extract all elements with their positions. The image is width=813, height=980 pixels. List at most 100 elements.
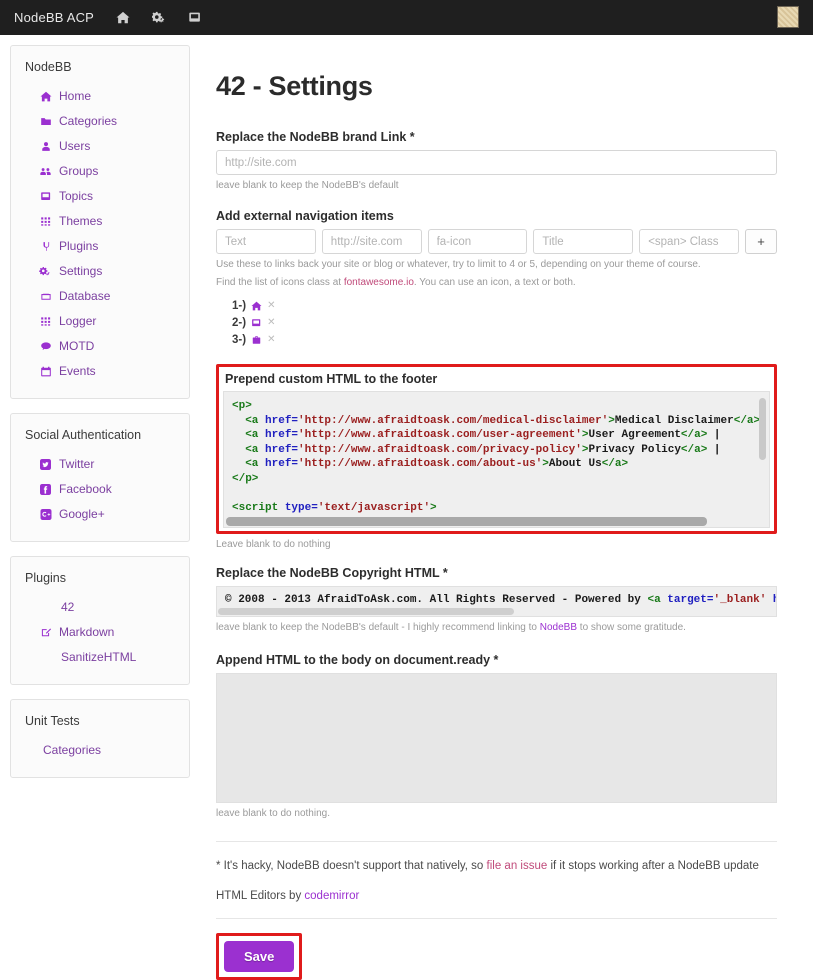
code-token: © 2008 - 2013 AfraidToAsk.com. All Right… <box>225 594 647 606</box>
sidebar-item-label: Google+ <box>59 506 105 523</box>
scrollbar-thumb[interactable] <box>226 517 707 526</box>
code-token: > <box>430 502 437 514</box>
external-nav-row: + <box>216 229 777 254</box>
sidebar-item-database[interactable]: Database <box>21 284 179 309</box>
editor-horizontal-scrollbar[interactable] <box>217 608 776 616</box>
avatar[interactable] <box>777 6 799 28</box>
code-token: type= <box>285 502 318 514</box>
nav-item-index: 2-) <box>232 315 246 331</box>
copyright-html-label: Replace the NodeBB Copyright HTML * <box>216 566 777 580</box>
home-icon[interactable] <box>116 11 130 24</box>
sidebar-item-users[interactable]: Users <box>21 134 179 159</box>
append-html-group: Append HTML to the body on document.read… <box>216 653 777 821</box>
sidebar-group-title: Plugins <box>25 571 179 585</box>
sidebar-item-googleplus[interactable]: Google+ <box>21 502 179 527</box>
copyright-html-code[interactable]: © 2008 - 2013 AfraidToAsk.com. All Right… <box>217 587 776 608</box>
gears-icon[interactable] <box>152 11 166 24</box>
code-token: </a> <box>602 458 628 470</box>
book-icon[interactable] <box>188 11 202 24</box>
twitter-icon <box>39 459 52 470</box>
sidebar-item-unittest-categories[interactable]: Categories <box>21 738 179 763</box>
copyright-html-editor[interactable]: © 2008 - 2013 AfraidToAsk.com. All Right… <box>216 586 777 617</box>
footer-html-editor[interactable]: <p> <a href='http://www.afraidtoask.com/… <box>223 391 770 528</box>
sidebar-item-label: Settings <box>59 263 102 280</box>
googleplus-icon <box>39 509 52 520</box>
divider <box>216 841 777 842</box>
save-button[interactable]: Save <box>224 941 294 972</box>
brand-link-input[interactable] <box>216 150 777 175</box>
sidebar-group-nodebb: NodeBB Home Categories Users Groups Topi… <box>10 45 190 399</box>
external-nav-help-1: Use these to links back your site or blo… <box>216 257 777 272</box>
sidebar-item-42[interactable]: 42 <box>21 595 179 620</box>
code-token: <a <box>245 444 265 456</box>
fontawesome-link[interactable]: fontawesome.io <box>344 277 414 288</box>
code-token: <a <box>245 458 265 470</box>
nodebb-link[interactable]: NodeBB <box>540 622 577 633</box>
sidebar-item-facebook[interactable]: Facebook <box>21 477 179 502</box>
brand-link-group: Replace the NodeBB brand Link * leave bl… <box>216 130 777 193</box>
remove-nav-item-button[interactable]: ✕ <box>267 332 275 348</box>
add-nav-item-button[interactable]: + <box>745 229 777 254</box>
top-navbar: NodeBB ACP <box>0 0 813 35</box>
code-token: href= <box>265 429 298 441</box>
page-body: NodeBB Home Categories Users Groups Topi… <box>0 35 813 877</box>
scrollbar-thumb[interactable] <box>218 608 514 615</box>
code-token <box>232 458 245 470</box>
nav-text-input[interactable] <box>216 229 316 254</box>
code-token: </p> <box>232 473 258 485</box>
sidebar-item-motd[interactable]: MOTD <box>21 334 179 359</box>
sidebar-item-plugins[interactable]: Plugins <box>21 234 179 259</box>
sidebar-item-events[interactable]: Events <box>21 359 179 384</box>
sidebar-item-label: Events <box>59 363 96 380</box>
help-text-before: leave blank to keep the NodeBB's default… <box>216 622 540 633</box>
grid-icon <box>39 216 52 227</box>
scrollbar-thumb[interactable] <box>759 398 766 460</box>
nav-class-input[interactable] <box>639 229 739 254</box>
remove-nav-item-button[interactable]: ✕ <box>267 315 275 331</box>
external-nav-help-2: Find the list of icons class at fontawes… <box>216 275 777 290</box>
sidebar-item-categories[interactable]: Categories <box>21 109 179 134</box>
codemirror-link[interactable]: codemirror <box>304 890 359 902</box>
sidebar-item-logger[interactable]: Logger <box>21 309 179 334</box>
facebook-icon <box>39 484 52 495</box>
brand-title[interactable]: NodeBB ACP <box>14 10 94 25</box>
credit-text-before: HTML Editors by <box>216 890 304 902</box>
editor-horizontal-scrollbar[interactable] <box>224 516 769 527</box>
code-token: <a <box>245 415 265 427</box>
sidebar-item-label: Markdown <box>59 624 114 641</box>
nav-item-index: 3-) <box>232 332 246 348</box>
nav-title-input[interactable] <box>533 229 633 254</box>
sidebar-group-title: Social Authentication <box>25 428 179 442</box>
file-an-issue-link[interactable]: file an issue <box>487 860 548 872</box>
sidebar-item-groups[interactable]: Groups <box>21 159 179 184</box>
code-token: | <box>707 444 720 456</box>
sidebar-item-topics[interactable]: Topics <box>21 184 179 209</box>
sidebar-item-sanitizehtml[interactable]: SanitizeHTML <box>21 645 179 670</box>
sidebar-item-themes[interactable]: Themes <box>21 209 179 234</box>
sidebar-item-twitter[interactable]: Twitter <box>21 452 179 477</box>
code-token: href= <box>265 415 298 427</box>
footer-html-code[interactable]: <p> <a href='http://www.afraidtoask.com/… <box>224 392 769 528</box>
edit-icon <box>39 627 52 638</box>
save-area: Save <box>216 933 777 980</box>
home-icon <box>39 91 52 102</box>
editor-vertical-scrollbar[interactable] <box>759 398 766 516</box>
remove-nav-item-button[interactable]: ✕ <box>267 298 275 314</box>
append-html-editor[interactable] <box>216 673 777 803</box>
sidebar-item-label: Categories <box>43 742 101 759</box>
brand-link-help: leave blank to keep the NodeBB's default <box>216 178 777 193</box>
sidebar: NodeBB Home Categories Users Groups Topi… <box>10 45 190 877</box>
code-token: > <box>542 458 549 470</box>
code-token <box>232 444 245 456</box>
sidebar-item-label: Users <box>59 138 90 155</box>
footer-html-label: Prepend custom HTML to the footer <box>225 372 770 386</box>
sidebar-item-markdown[interactable]: Markdown <box>21 620 179 645</box>
nav-icon-input[interactable] <box>428 229 528 254</box>
sidebar-item-settings[interactable]: Settings <box>21 259 179 284</box>
code-token: | <box>707 429 720 441</box>
copyright-html-help: leave blank to keep the NodeBB's default… <box>216 620 777 635</box>
sidebar-item-home[interactable]: Home <box>21 84 179 109</box>
divider <box>216 918 777 919</box>
sidebar-item-label: Facebook <box>59 481 112 498</box>
nav-url-input[interactable] <box>322 229 422 254</box>
